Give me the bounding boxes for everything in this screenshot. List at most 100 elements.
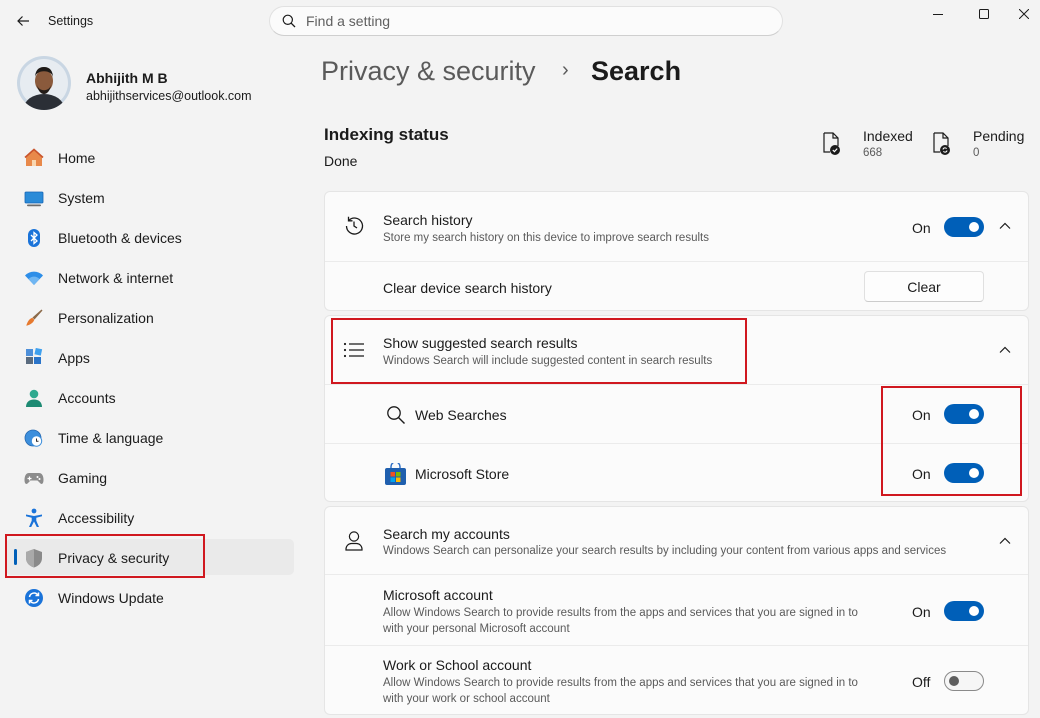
sidebar-item-gaming[interactable]: Gaming xyxy=(6,459,294,495)
sidebar-item-label: Bluetooth & devices xyxy=(58,230,182,246)
search-accounts-title: Search my accounts xyxy=(383,526,510,542)
microsoft-account-title: Microsoft account xyxy=(383,587,493,603)
search-accounts-card: Search my accounts Windows Search can pe… xyxy=(324,506,1029,715)
sidebar-item-home[interactable]: Home xyxy=(6,139,294,175)
work-school-account-row: Work or School account Allow Windows Sea… xyxy=(325,645,1028,714)
sidebar-item-label: Personalization xyxy=(58,310,154,326)
clear-history-row: Clear device search history Clear xyxy=(325,261,1028,310)
search-input[interactable] xyxy=(306,13,746,29)
update-icon xyxy=(23,587,45,609)
chevron-up-icon[interactable] xyxy=(996,217,1014,235)
user-name: Abhijith M B xyxy=(86,70,168,86)
title-bar: Settings xyxy=(0,0,1040,42)
brush-icon xyxy=(23,307,45,329)
accessibility-icon xyxy=(23,507,45,529)
microsoft-store-label: Microsoft Store xyxy=(415,466,510,482)
microsoft-account-toggle[interactable] xyxy=(944,601,984,621)
search-history-title: Search history xyxy=(383,212,473,228)
search-box[interactable] xyxy=(269,6,783,36)
sidebar-item-bluetooth[interactable]: Bluetooth & devices xyxy=(6,219,294,255)
sidebar-item-label: Apps xyxy=(58,350,90,366)
avatar-photo xyxy=(17,56,71,110)
work-school-account-title: Work or School account xyxy=(383,657,532,673)
web-searches-state: On xyxy=(912,407,931,423)
maximize-icon xyxy=(979,9,989,19)
search-history-desc: Store my search history on this device t… xyxy=(383,232,709,244)
web-searches-label: Web Searches xyxy=(415,407,507,423)
sidebar-item-privacy-security[interactable]: Privacy & security xyxy=(6,539,294,575)
search-history-row[interactable]: Search history Store my search history o… xyxy=(325,192,1028,261)
clear-button[interactable]: Clear xyxy=(864,271,984,302)
microsoft-account-row: Microsoft account Allow Windows Search t… xyxy=(325,574,1028,645)
breadcrumb-separator: › xyxy=(562,59,569,81)
page-title: Search xyxy=(591,56,682,86)
sidebar-item-time-language[interactable]: Time & language xyxy=(6,419,294,455)
globe-clock-icon xyxy=(23,427,45,449)
search-accounts-desc: Windows Search can personalize your sear… xyxy=(383,545,947,557)
microsoft-account-desc-line1: Allow Windows Search to provide results … xyxy=(383,607,858,619)
sidebar-item-network[interactable]: Network & internet xyxy=(6,259,294,295)
sidebar-item-apps[interactable]: Apps xyxy=(6,339,294,375)
back-arrow-icon xyxy=(17,16,29,26)
back-button[interactable] xyxy=(10,8,36,34)
clear-history-label: Clear device search history xyxy=(383,280,552,296)
work-school-account-toggle[interactable] xyxy=(944,671,984,691)
minimize-button[interactable] xyxy=(915,0,961,28)
microsoft-account-state: On xyxy=(912,604,931,620)
search-icon xyxy=(282,14,296,28)
sidebar-item-label: Windows Update xyxy=(58,590,164,606)
sidebar-item-label: Home xyxy=(58,150,96,166)
sidebar-item-accounts[interactable]: Accounts xyxy=(6,379,294,415)
pending-label: Pending xyxy=(973,128,1025,144)
work-school-account-desc-line1: Allow Windows Search to provide results … xyxy=(383,677,858,689)
minimize-icon xyxy=(933,14,943,15)
chevron-up-icon[interactable] xyxy=(996,532,1014,550)
pending-file-icon xyxy=(931,132,953,156)
microsoft-store-state: On xyxy=(912,466,931,482)
app-title: Settings xyxy=(48,14,94,28)
close-icon xyxy=(1018,9,1029,19)
indexed-file-icon xyxy=(821,132,843,156)
person-icon xyxy=(342,529,366,553)
home-icon xyxy=(23,147,45,169)
web-searches-row: Web Searches On xyxy=(325,384,1028,443)
work-school-account-state: Off xyxy=(912,674,931,690)
suggested-results-row[interactable]: Show suggested search results Windows Se… xyxy=(325,316,1028,384)
sidebar-item-label: Time & language xyxy=(58,430,164,446)
gamepad-icon xyxy=(23,467,45,489)
search-accounts-row[interactable]: Search my accounts Windows Search can pe… xyxy=(325,507,1028,574)
breadcrumb-parent[interactable]: Privacy & security xyxy=(321,56,536,87)
suggested-results-title: Show suggested search results xyxy=(383,335,578,351)
work-school-account-desc-line2: with your work or school account xyxy=(383,693,550,705)
close-button[interactable] xyxy=(1007,0,1040,28)
indexed-count: 668 xyxy=(863,147,883,159)
maximize-button[interactable] xyxy=(961,0,1007,28)
apps-icon xyxy=(23,347,45,369)
accounts-icon xyxy=(23,387,45,409)
sidebar-item-windows-update[interactable]: Windows Update xyxy=(6,579,294,615)
sidebar-item-label: Accounts xyxy=(58,390,116,406)
pending-count: 0 xyxy=(973,147,980,159)
system-icon xyxy=(23,187,45,209)
sidebar-nav: Home System Bluetooth & devices Network … xyxy=(6,139,294,619)
sidebar-item-label: Network & internet xyxy=(58,270,174,286)
history-icon xyxy=(342,214,366,238)
sidebar-item-system[interactable]: System xyxy=(6,179,294,215)
search-history-toggle[interactable] xyxy=(944,217,984,237)
sidebar-item-label: System xyxy=(58,190,105,206)
sidebar-item-accessibility[interactable]: Accessibility xyxy=(6,499,294,535)
search-history-card: Search history Store my search history o… xyxy=(324,191,1029,311)
web-searches-toggle[interactable] xyxy=(944,404,984,424)
sidebar-item-label: Accessibility xyxy=(58,510,135,526)
shield-icon xyxy=(23,547,45,569)
avatar[interactable] xyxy=(17,56,71,110)
bluetooth-icon xyxy=(23,227,45,249)
indexing-status-title: Indexing status xyxy=(324,125,449,144)
microsoft-store-icon xyxy=(383,462,407,486)
list-icon xyxy=(342,338,366,362)
microsoft-store-toggle[interactable] xyxy=(944,463,984,483)
chevron-up-icon[interactable] xyxy=(996,341,1014,359)
search-icon xyxy=(384,403,408,427)
sidebar-item-personalization[interactable]: Personalization xyxy=(6,299,294,335)
user-email: abhijithservices@outlook.com xyxy=(86,89,252,103)
